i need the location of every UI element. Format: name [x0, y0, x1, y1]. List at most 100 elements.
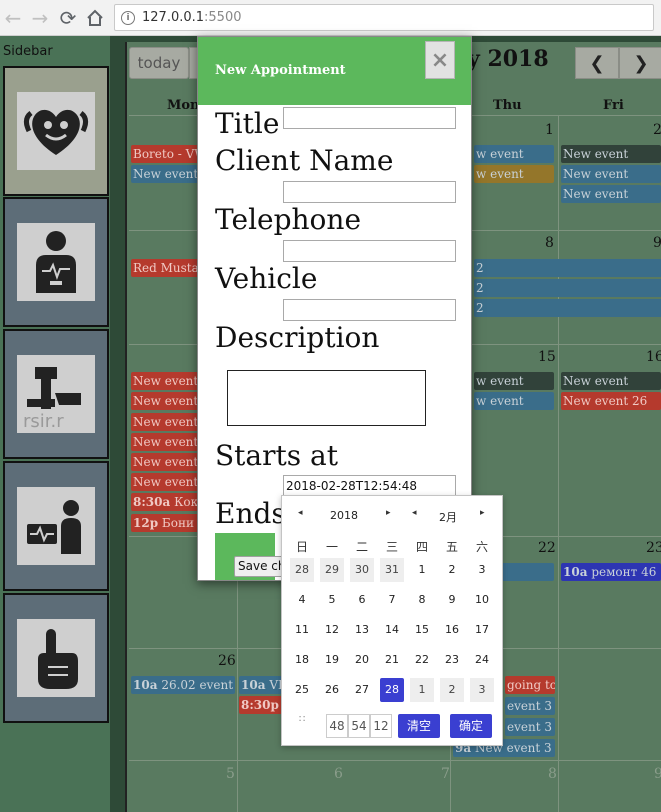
picker-day[interactable]: 23	[440, 648, 464, 672]
picker-day[interactable]: 25	[290, 678, 314, 702]
calendar-event[interactable]: 10a 26.02 event	[131, 676, 235, 694]
sidebar-item-heart-monitor[interactable]	[3, 197, 109, 327]
home-icon[interactable]	[82, 5, 108, 31]
close-button[interactable]: ×	[425, 41, 455, 79]
calendar-event[interactable]: 2	[474, 299, 661, 317]
client-name-input[interactable]	[283, 181, 456, 203]
calendar-event[interactable]: event 3	[505, 718, 555, 736]
back-icon[interactable]: ←	[0, 5, 26, 31]
calendar-event[interactable]: w event	[474, 392, 554, 410]
picker-day[interactable]: 5	[320, 588, 344, 612]
day-number: 26	[218, 653, 236, 669]
prev-month-button[interactable]: ◂	[412, 508, 417, 518]
calendar-event[interactable]: New event	[131, 165, 203, 183]
calendar-event[interactable]: 12p Бони -	[131, 514, 203, 532]
prev-month-button[interactable]: ❮	[575, 47, 619, 79]
calendar-event[interactable]: New event	[561, 145, 661, 163]
picker-day[interactable]: 17	[470, 618, 494, 642]
picker-day[interactable]: 3	[470, 558, 494, 582]
forward-icon[interactable]: →	[27, 5, 53, 31]
picker-day-selected[interactable]: 28	[380, 678, 404, 702]
prev-year-button[interactable]: ◂	[298, 508, 303, 518]
info-icon[interactable]: i	[121, 10, 135, 25]
calendar-event[interactable]: w event	[474, 145, 554, 163]
calendar-event[interactable]: w event	[474, 372, 554, 390]
sidebar-item-device[interactable]: rsir.r	[3, 329, 109, 459]
today-button[interactable]: today	[129, 47, 189, 79]
picker-day[interactable]: 7	[380, 588, 404, 612]
clear-button[interactable]: 清空	[398, 714, 440, 738]
calendar-event[interactable]: New event	[131, 413, 203, 431]
calendar-event[interactable]: 2	[474, 259, 661, 277]
picker-month[interactable]: 2月	[439, 509, 457, 525]
confirm-button[interactable]: 确定	[450, 714, 492, 738]
picker-day[interactable]: 10	[470, 588, 494, 612]
picker-day[interactable]: 26	[320, 678, 344, 702]
picker-day[interactable]: 12	[320, 618, 344, 642]
picker-day[interactable]: 9	[440, 588, 464, 612]
next-year-button[interactable]: ▸	[386, 508, 391, 518]
calendar-event[interactable]: 10a ремонт 46	[561, 563, 661, 581]
picker-day[interactable]: 1	[410, 678, 434, 702]
picker-day[interactable]: 3	[470, 678, 494, 702]
picker-day[interactable]: 22	[410, 648, 434, 672]
description-textarea[interactable]	[227, 370, 426, 426]
address-bar[interactable]: i 127.0.0.1:5500	[114, 4, 654, 31]
picker-day[interactable]: 8	[410, 588, 434, 612]
picker-day[interactable]: 29	[320, 558, 344, 582]
picker-day[interactable]: 31	[380, 558, 404, 582]
calendar-event[interactable]: w event	[474, 165, 554, 183]
calendar-event[interactable]: New event	[131, 453, 203, 471]
calendar-event[interactable]: New event	[131, 473, 203, 491]
picker-day[interactable]: 30	[350, 558, 374, 582]
picker-day[interactable]: 15	[410, 618, 434, 642]
telephone-input[interactable]	[283, 240, 456, 262]
calendar-event[interactable]: New event	[561, 372, 661, 390]
calendar-event[interactable]: New event 26	[561, 392, 661, 410]
minute-field[interactable]: 54	[348, 714, 370, 738]
calendar-event[interactable]: Boreto - VW	[131, 145, 203, 163]
sidebar-item-tablet[interactable]	[3, 461, 109, 591]
calendar-event[interactable]: New event	[561, 185, 661, 203]
calendar-event[interactable]: New event	[131, 372, 203, 390]
picker-day[interactable]: 2	[440, 558, 464, 582]
calendar-event[interactable]: Red Mustang	[131, 259, 203, 277]
picker-day[interactable]: 18	[290, 648, 314, 672]
picker-day[interactable]: 24	[470, 648, 494, 672]
picker-day[interactable]: 6	[350, 588, 374, 612]
starts-at-input[interactable]: 2018-02-28T12:54:48	[283, 475, 456, 497]
picker-day[interactable]: 14	[380, 618, 404, 642]
calendar-event[interactable]: 8:30a Коко	[131, 493, 203, 511]
hour-field[interactable]: 48	[326, 714, 348, 738]
picker-day[interactable]: 1	[410, 558, 434, 582]
picker-day[interactable]: 19	[320, 648, 344, 672]
calendar-event[interactable]: New event	[561, 165, 661, 183]
picker-year[interactable]: 2018	[330, 509, 358, 522]
sidebar-item-heart[interactable]	[3, 66, 109, 196]
title-input[interactable]	[283, 107, 456, 129]
next-month-button[interactable]: ❯	[619, 47, 661, 79]
picker-day[interactable]: 28	[290, 558, 314, 582]
reload-icon[interactable]: ⟳	[55, 5, 81, 31]
calendar-event[interactable]: event 3	[505, 697, 555, 715]
picker-day[interactable]: 4	[290, 588, 314, 612]
vehicle-input[interactable]	[283, 299, 456, 321]
calendar-event[interactable]: 8:30p B	[239, 696, 287, 714]
second-field[interactable]: 12	[370, 714, 392, 738]
browser-toolbar: ← → ⟳ i 127.0.0.1:5500	[0, 0, 661, 36]
picker-day[interactable]: 20	[350, 648, 374, 672]
picker-day[interactable]: 27	[350, 678, 374, 702]
calendar-event[interactable]: going to	[505, 676, 555, 694]
calendar-event[interactable]: New event	[131, 433, 203, 451]
calendar-event[interactable]: 10a VIF	[239, 676, 287, 694]
calendar-event[interactable]: New event	[131, 392, 203, 410]
picker-day[interactable]: 11	[290, 618, 314, 642]
calendar-title: y 2018	[467, 46, 549, 72]
picker-day[interactable]: 13	[350, 618, 374, 642]
picker-day[interactable]: 21	[380, 648, 404, 672]
calendar-event[interactable]: 2	[474, 279, 661, 297]
sidebar-item-gesture[interactable]	[3, 593, 109, 723]
next-month-button[interactable]: ▸	[480, 508, 485, 518]
picker-day[interactable]: 2	[440, 678, 464, 702]
picker-day[interactable]: 16	[440, 618, 464, 642]
